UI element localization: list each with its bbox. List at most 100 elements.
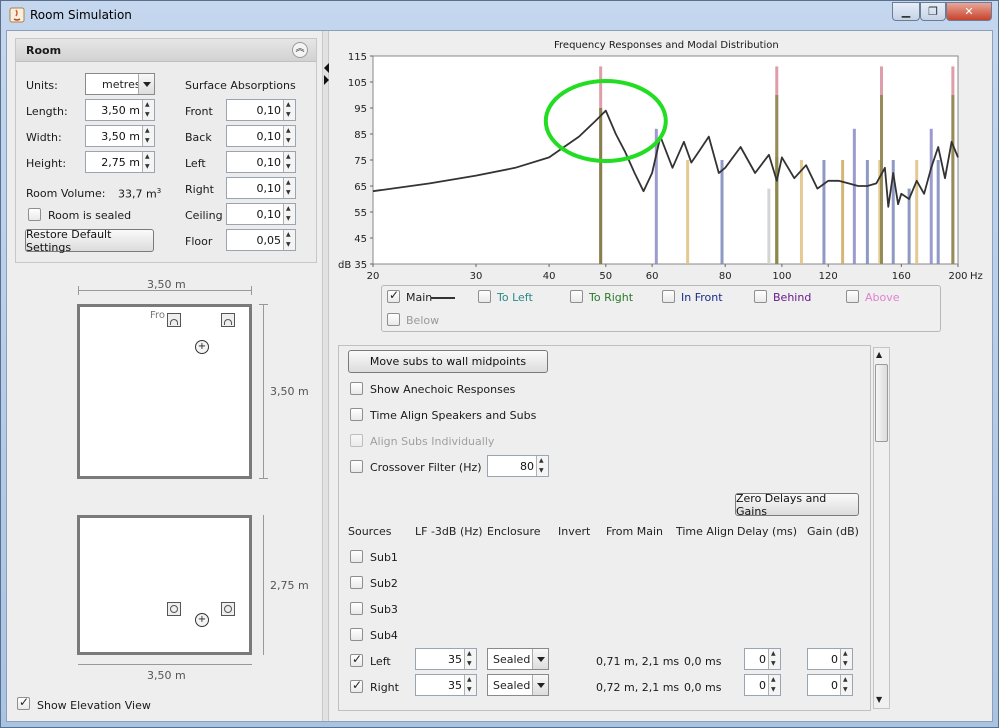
spinner-arrows-icon[interactable]: ▲ ▼ bbox=[142, 126, 154, 146]
spinner-arrows-icon[interactable]: ▲ ▼ bbox=[283, 152, 295, 172]
close-button[interactable]: ✕ bbox=[946, 2, 992, 21]
zero-delays-gains-button[interactable]: Zero Delays and Gains bbox=[735, 492, 859, 518]
spinner-arrows-icon[interactable]: ▲ ▼ bbox=[283, 178, 295, 198]
spinner-arrows-icon[interactable]: ▲ ▼ bbox=[283, 230, 295, 250]
spinner-arrows-icon[interactable]: ▲ ▼ bbox=[464, 649, 476, 669]
spinner-arrows-icon[interactable]: ▲ ▼ bbox=[283, 100, 295, 120]
source-sub2-checkbox[interactable] bbox=[350, 576, 363, 589]
scroll-down-icon[interactable]: ▼ bbox=[876, 695, 882, 704]
left-speaker-icon[interactable] bbox=[167, 602, 181, 616]
spinner-arrows-icon[interactable]: ▲ ▼ bbox=[768, 675, 780, 695]
spinner-arrows-icon[interactable]: ▲ ▼ bbox=[840, 649, 852, 669]
maximize-icon: ❐ bbox=[928, 5, 938, 18]
maximize-button[interactable]: ❐ bbox=[920, 2, 946, 21]
collapse-icon[interactable]: ︽ bbox=[292, 42, 308, 58]
absorption-value: 0,10 bbox=[256, 182, 282, 195]
crossover-spinner[interactable]: 80 ▲ ▼ bbox=[487, 455, 549, 477]
absorption-spinner-left[interactable]: 0,10 ▲ ▼ bbox=[226, 151, 296, 173]
collapse-right-icon[interactable] bbox=[324, 75, 329, 85]
x-unit-label: Hz bbox=[970, 271, 983, 282]
restore-defaults-button[interactable]: Restore Default Settings bbox=[25, 228, 154, 254]
left-speaker-icon[interactable] bbox=[167, 313, 181, 327]
delay-spinner[interactable]: 0 ▲ ▼ bbox=[744, 648, 781, 670]
spinner-arrows-icon[interactable]: ▲ ▼ bbox=[464, 675, 476, 695]
spinner-arrows-icon[interactable]: ▲ ▼ bbox=[283, 126, 295, 146]
gain-spinner[interactable]: 0 ▲ ▼ bbox=[807, 674, 853, 696]
units-select[interactable]: metres bbox=[85, 73, 155, 95]
time-align-value: 0,0 ms bbox=[684, 655, 722, 668]
room-panel-header[interactable]: Room ︽ bbox=[16, 39, 316, 62]
lf-3db-spinner[interactable]: 35 ▲ ▼ bbox=[415, 674, 477, 696]
legend-in-front-label: In Front bbox=[681, 291, 723, 304]
gain-spinner[interactable]: 0 ▲ ▼ bbox=[807, 648, 853, 670]
close-icon: ✕ bbox=[964, 5, 974, 18]
source-sub3-checkbox[interactable] bbox=[350, 602, 363, 615]
height-label: Height: bbox=[26, 157, 67, 170]
x-tick-label: 160 bbox=[892, 271, 911, 282]
absorption-spinner-right[interactable]: 0,10 ▲ ▼ bbox=[226, 177, 296, 199]
legend-below-label: Below bbox=[406, 314, 440, 327]
width-spinner[interactable]: 3,50 m ▲ ▼ bbox=[85, 125, 155, 147]
modal-bar bbox=[841, 160, 845, 264]
lf-3db-spinner[interactable]: 35 ▲ ▼ bbox=[415, 648, 477, 670]
source-left-checkbox[interactable] bbox=[350, 652, 363, 667]
enclosure-select[interactable]: Sealed bbox=[487, 648, 549, 670]
legend-below-checkbox[interactable] bbox=[387, 313, 400, 326]
legend-in-front-checkbox[interactable] bbox=[662, 290, 675, 303]
x-tick-label: 30 bbox=[470, 271, 483, 282]
delay-spinner[interactable]: 0 ▲ ▼ bbox=[744, 674, 781, 696]
listener-icon[interactable]: + bbox=[195, 613, 209, 627]
enclosure-select[interactable]: Sealed bbox=[487, 674, 549, 696]
minimize-button[interactable]: ▁ bbox=[892, 2, 920, 21]
time-align-checkbox[interactable] bbox=[350, 408, 363, 421]
vertical-scrollbar[interactable]: ▲ ▼ bbox=[873, 347, 890, 709]
enclosure-value: Sealed bbox=[493, 653, 531, 666]
absorption-spinner-front[interactable]: 0,10 ▲ ▼ bbox=[226, 99, 296, 121]
chevron-down-icon[interactable] bbox=[138, 74, 154, 94]
source-right-checkbox[interactable] bbox=[350, 678, 363, 693]
spinner-arrows-icon[interactable]: ▲ ▼ bbox=[840, 675, 852, 695]
scrollbar-thumb[interactable] bbox=[875, 364, 888, 442]
spinner-arrows-icon[interactable]: ▲ ▼ bbox=[142, 152, 154, 172]
source-name: Sub1 bbox=[370, 551, 398, 564]
length-spinner[interactable]: 3,50 m ▲ ▼ bbox=[85, 99, 155, 121]
room-panel-title: Room bbox=[26, 44, 62, 57]
right-speaker-icon[interactable] bbox=[221, 313, 235, 327]
chevron-down-icon[interactable] bbox=[532, 649, 548, 669]
legend-to-right-checkbox[interactable] bbox=[570, 290, 583, 303]
room-sealed-checkbox[interactable] bbox=[28, 208, 41, 221]
move-subs-button[interactable]: Move subs to wall midpoints bbox=[348, 350, 548, 373]
absorption-value: 0,05 bbox=[256, 234, 282, 247]
listener-icon[interactable]: + bbox=[195, 340, 209, 354]
show-elevation-checkbox[interactable] bbox=[17, 695, 30, 710]
legend-main-checkbox[interactable] bbox=[387, 288, 400, 303]
source-sub1-checkbox[interactable] bbox=[350, 550, 363, 563]
title-bar[interactable]: Room Simulation ▁ ❐ ✕ bbox=[1, 1, 998, 29]
legend-to-left-checkbox[interactable] bbox=[478, 290, 491, 303]
collapse-left-icon[interactable] bbox=[324, 63, 329, 73]
chevron-down-icon[interactable] bbox=[532, 675, 548, 695]
legend-above-checkbox[interactable] bbox=[846, 290, 859, 303]
right-speaker-icon[interactable] bbox=[221, 602, 235, 616]
column-header-lf-3db-hz-: LF -3dB (Hz) bbox=[415, 525, 483, 538]
legend-behind-checkbox[interactable] bbox=[754, 290, 767, 303]
spinner-arrows-icon[interactable]: ▲ ▼ bbox=[142, 100, 154, 120]
split-pane-divider[interactable] bbox=[322, 31, 329, 721]
scroll-up-icon[interactable]: ▲ bbox=[876, 350, 882, 359]
plan-width-label: 3,50 m bbox=[147, 278, 186, 291]
crossover-checkbox[interactable] bbox=[350, 460, 363, 473]
spinner-arrows-icon[interactable]: ▲ ▼ bbox=[768, 649, 780, 669]
show-anechoic-checkbox[interactable] bbox=[350, 382, 363, 395]
modal-bar bbox=[767, 188, 771, 264]
absorption-spinner-floor[interactable]: 0,05 ▲ ▼ bbox=[226, 229, 296, 251]
source-sub4-checkbox[interactable] bbox=[350, 628, 363, 641]
legend-above-label: Above bbox=[865, 291, 900, 304]
absorption-spinner-ceiling[interactable]: 0,10 ▲ ▼ bbox=[226, 203, 296, 225]
absorption-spinner-back[interactable]: 0,10 ▲ ▼ bbox=[226, 125, 296, 147]
spinner-arrows-icon[interactable]: ▲ ▼ bbox=[536, 456, 548, 476]
height-spinner[interactable]: 2,75 m ▲ ▼ bbox=[85, 151, 155, 173]
java-app-icon bbox=[9, 7, 25, 23]
x-tick-label: 80 bbox=[719, 271, 732, 282]
spinner-arrows-icon[interactable]: ▲ ▼ bbox=[283, 204, 295, 224]
table-row bbox=[345, 598, 865, 622]
